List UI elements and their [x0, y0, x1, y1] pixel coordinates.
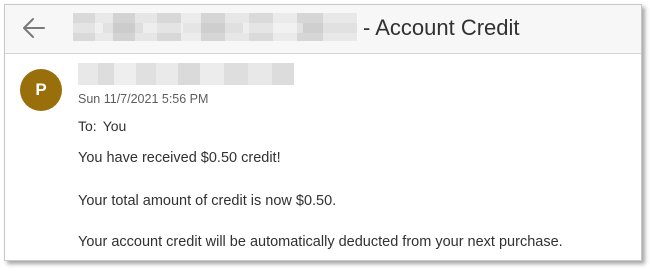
- body-paragraph: Your total amount of credit is now $0.50…: [78, 193, 337, 209]
- recipient-name[interactable]: You: [103, 118, 127, 134]
- email-header-bar: - Account Credit: [5, 5, 641, 54]
- recipient-line: To: You: [78, 118, 126, 134]
- email-reading-pane: - Account Credit P Sun 11/7/2021 5:56 PM…: [4, 4, 642, 261]
- to-label: To:: [78, 118, 97, 134]
- sender-redacted-blur: [78, 63, 294, 85]
- subject-redacted-blur: [73, 13, 357, 41]
- arrow-left-icon: [23, 18, 45, 38]
- back-button[interactable]: [19, 13, 49, 43]
- avatar-initial: P: [35, 80, 47, 99]
- body-paragraph: You have received $0.50 credit!: [78, 150, 281, 166]
- sender-avatar[interactable]: P: [20, 69, 62, 111]
- email-date: Sun 11/7/2021 5:56 PM: [78, 92, 209, 106]
- body-paragraph: Your account credit will be automaticall…: [78, 234, 563, 250]
- email-subject: - Account Credit: [363, 15, 520, 40]
